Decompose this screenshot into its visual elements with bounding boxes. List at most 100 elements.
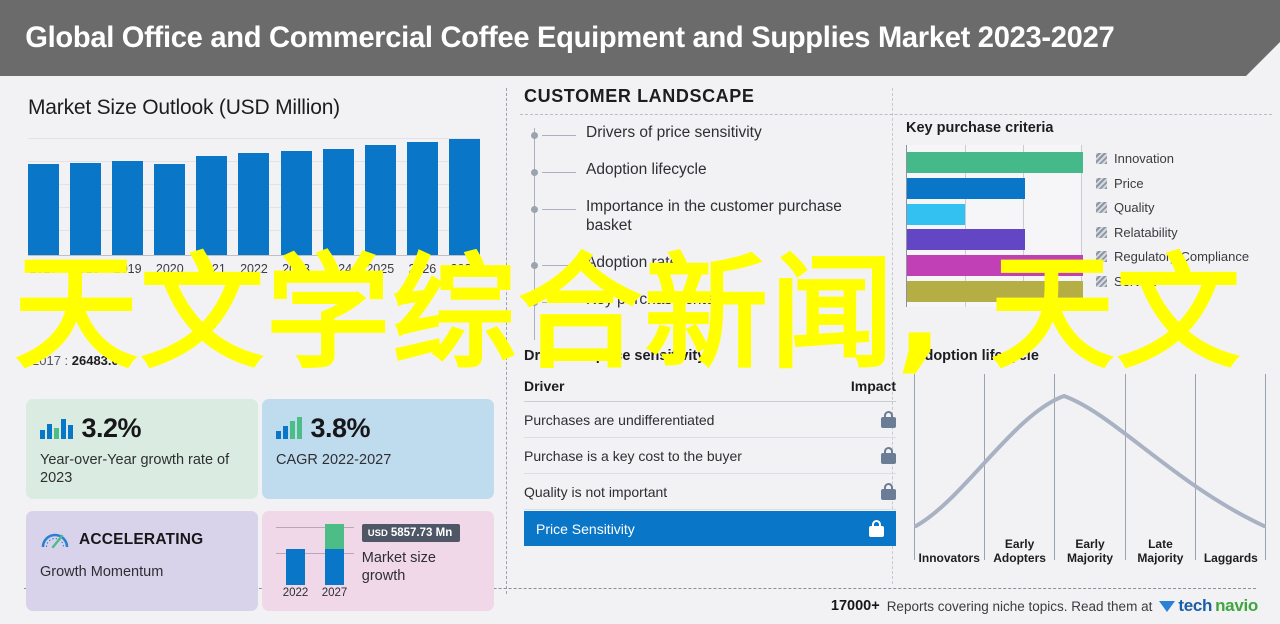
connector-line [542,208,576,210]
year-value-year: 2017 [32,353,61,368]
bar-2023 [280,150,312,255]
adoption-lifecycle-chart: Innovators Early Adopters Early Majority Late… [914,370,1266,566]
lifecycle-segment-early-majority: Early Majority [1067,537,1114,566]
kpc-bar-regulatory-compliance [907,255,1083,277]
stat-card-value: 3.2% [81,412,142,443]
connector-line [542,135,576,136]
x-label-2017: 2017 [29,262,58,276]
x-label-2019: 2019 [113,262,142,276]
kpc-legend: Innovation Price Quality Relatability Regula… [1096,145,1249,307]
bar-2022 [238,153,270,255]
stat-card-description: Market size growth [361,550,436,585]
kpc-bar-service [907,280,1083,302]
badge-unit: USD [367,528,388,539]
badge-value: 5857.73 Mn [390,527,453,539]
table-row[interactable]: Purchases are undifferentiated [524,402,896,438]
bullet-dot-icon [530,261,538,269]
list-item[interactable]: Adoption lifecycle [530,160,884,180]
bullet-dot-icon [530,132,538,139]
legend-label: Innovation [1114,151,1174,166]
lifecycle-segment-laggards: Laggards [1203,551,1258,566]
bar-2027 [448,139,480,255]
bullet-dot-icon [530,205,538,213]
brand-name-first: tech [1178,596,1213,615]
list-item-label: Key purchase criteria [586,290,732,308]
stat-card-header: 3.8% [276,411,480,445]
footer-text: Reports covering niche topics. Read them… [886,598,1153,614]
legend-label: Price [1114,175,1144,191]
speedometer-icon [40,527,70,554]
market-size-bar-chart [28,138,480,256]
stat-card-header: ACCELERATING [40,523,244,557]
stat-card-grid: 3.2% Year-over-Year growth rate of 2023 … [26,399,494,611]
legend-swatch-icon [1096,202,1107,213]
list-item-label: Adoption lifecycle [586,160,707,178]
adoption-lifecycle-title: Adoption lifecycle [914,348,1039,364]
list-item-label: Drivers of price sensitivity [586,124,762,141]
driver-label: Price Sensitivity [536,520,635,537]
bar-2024 [322,148,354,255]
key-purchase-criteria-widget: Key purchase criteria Innovation Price Qua… [906,120,1276,307]
kpc-bar-relatability [907,229,1025,251]
mini-bar-2027 [325,523,344,585]
connector-line [542,301,576,303]
legend-label: Relatability [1114,224,1178,240]
legend-label: Quality [1114,200,1155,215]
lifecycle-segment-late-majority: Late Majority [1137,537,1184,566]
status-badge: USD 5857.73 Mn [361,524,461,542]
list-item[interactable]: Adoption rates [530,254,884,273]
legend-item: Innovation [1096,151,1249,166]
section-title: CUSTOMER LANDSCAPE [524,86,755,106]
table-row[interactable]: Purchase is a key cost to the buyer [524,438,896,474]
year-value-amount: 26483.00 [71,353,126,368]
bar-chart-icon [40,417,73,439]
legend-item: Regulatory Compliance [1096,249,1249,264]
content-area: Market Size Outlook (USD Million) 2017 20… [0,76,1280,624]
list-item[interactable]: Key purchase criteria [530,290,884,310]
table-header-row: Driver Impact [524,378,896,402]
connector-line [542,171,576,173]
page-footer: 17000+ Reports covering niche topics. Re… [0,596,1280,624]
x-axis-line [28,255,480,256]
x-label-2022: 2022 [240,262,268,276]
drivers-title: Drivers of price sensitivity [524,348,706,364]
x-label-2020: 2020 [155,262,184,276]
stat-card-value: ACCELERATING [79,531,204,548]
column-header-impact: Impact [850,378,896,394]
customer-landscape-list: Drivers of price sensitivity Adoption lif… [530,124,884,340]
bar-2021 [196,155,228,255]
market-size-growth-text: USD 5857.73 Mn Market size growth [361,523,480,585]
list-item[interactable]: Importance in the customer purchase bask… [530,197,884,236]
bar-2017 [28,163,59,255]
growth-arrow-icon [276,417,302,439]
bar-2026 [406,141,438,255]
adoption-lifecycle-labels: Innovators Early Adopters Early Majority Late… [914,526,1266,566]
technavio-logo: tech navio [1159,596,1258,616]
lock-icon [881,411,896,428]
lock-icon [869,520,884,537]
stat-card-yoy-growth: 3.2% Year-over-Year growth rate of 2023 [26,399,258,499]
connector-line [542,264,576,266]
table-row-selected[interactable]: Price Sensitivity [524,511,896,546]
table-row[interactable]: Quality is not important [524,474,896,510]
lock-icon [881,447,896,464]
mini-bar-2022 [286,523,305,585]
footer-content: 17000+ Reports covering niche topics. Re… [831,596,1258,616]
adoption-lifecycle-widget: Adoption lifecycle Innovators Early Adopte… [914,348,1274,566]
bullet-dot-icon [530,168,538,176]
brand-name-second: navio [1215,596,1258,615]
list-item[interactable]: Drivers of price sensitivity [530,124,884,143]
kpc-title: Key purchase criteria [906,120,1054,136]
bar-2025 [364,145,396,255]
bar-2019 [112,161,144,255]
customer-landscape-panel: CUSTOMER LANDSCAPE Drivers of price sens… [506,76,1280,624]
driver-label: Purchases are undifferentiated [524,411,715,428]
kpc-bar-quality [907,203,966,225]
list-item-label: Importance in the customer purchase bask… [586,197,842,234]
legend-swatch-icon [1096,251,1107,262]
x-label-2026: 2026 [408,262,437,276]
bar-2018 [70,162,102,255]
stat-card-description: CAGR 2022-2027 [276,452,392,468]
x-label-2025: 2025 [366,262,395,276]
x-label-2027: 2027 [450,262,479,276]
